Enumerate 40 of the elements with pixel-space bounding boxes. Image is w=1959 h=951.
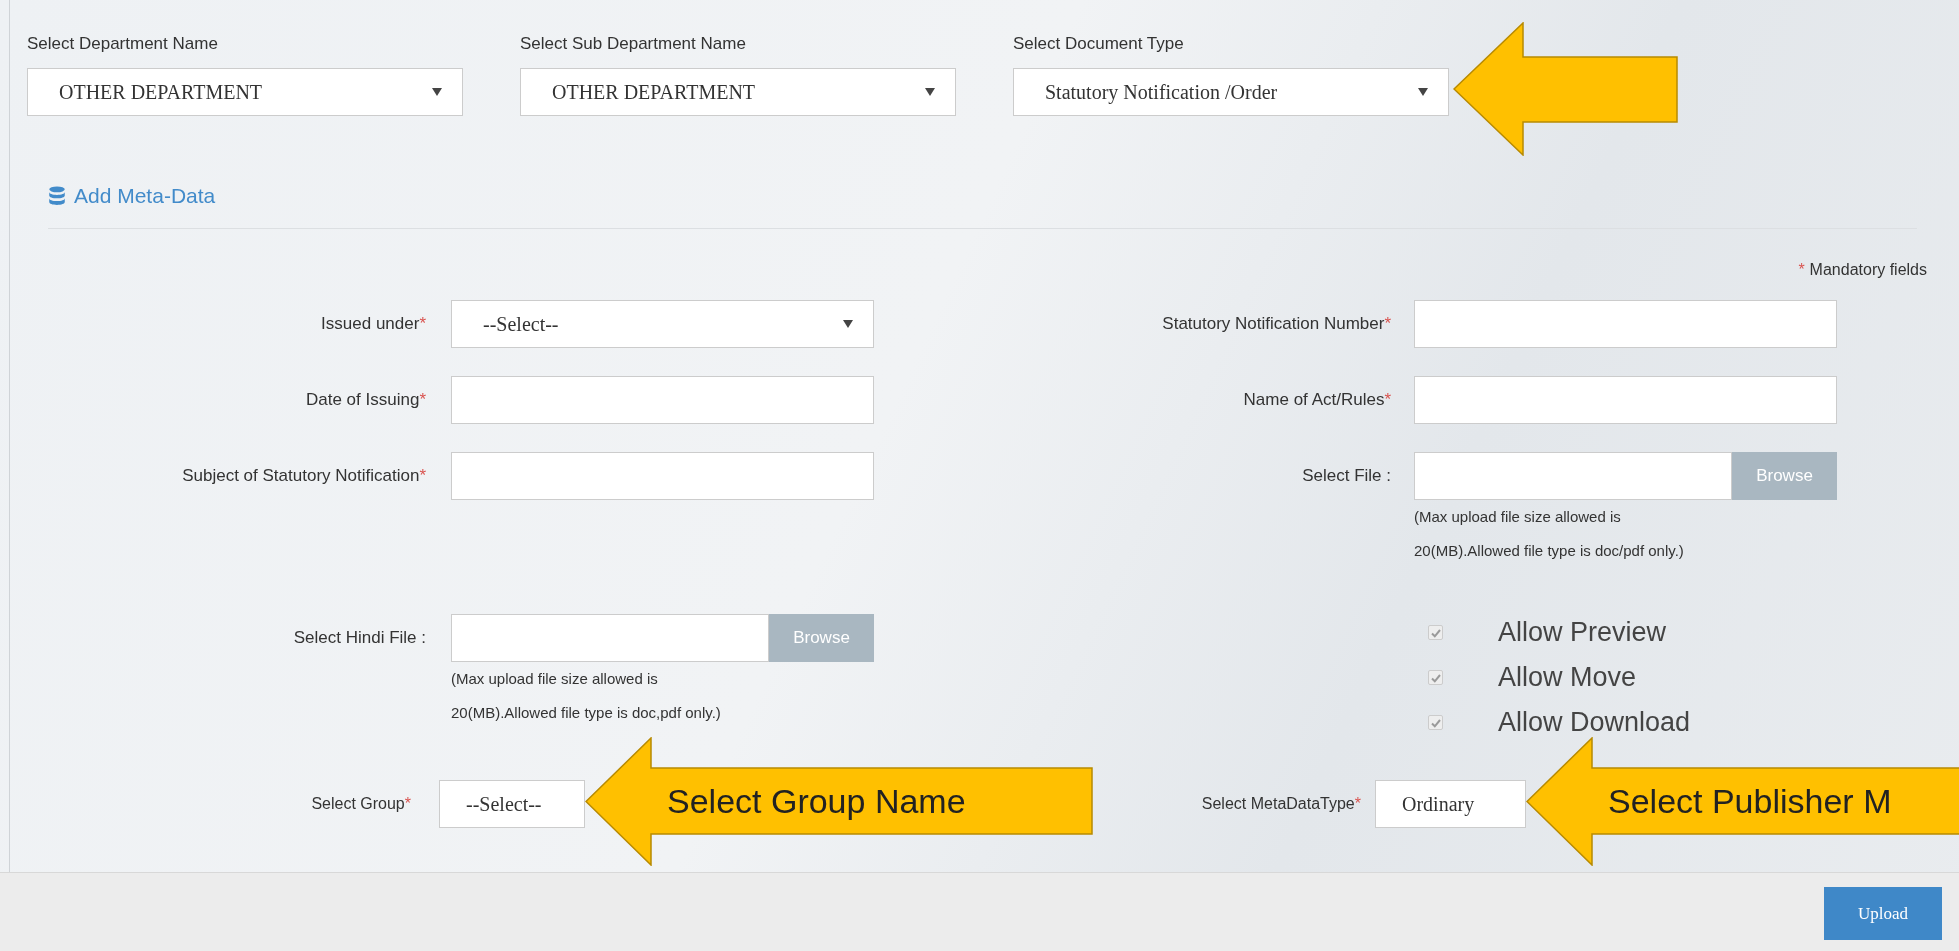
- mandatory-note: Mandatory fields: [1809, 261, 1927, 279]
- caret-icon: [432, 88, 442, 96]
- checkbox-label: Allow Preview: [1498, 617, 1667, 648]
- dropdown-field[interactable]: OTHER DEPARTMENT: [520, 68, 956, 116]
- field-label: Select Group*: [311, 794, 411, 814]
- field-label: Statutory Notification Number*: [1162, 313, 1391, 335]
- input-field[interactable]: [451, 376, 874, 424]
- input-field[interactable]: [1414, 376, 1837, 424]
- input-field[interactable]: [1414, 300, 1837, 348]
- field-label: Name of Act/Rules*: [1243, 389, 1391, 411]
- file-input-field[interactable]: [1414, 452, 1732, 500]
- dropdown-field[interactable]: Ordinary: [1375, 780, 1526, 828]
- upload-button[interactable]: Upload: [1824, 887, 1942, 940]
- field-label: Subject of Statutory Notification*: [182, 465, 426, 487]
- caret-icon: [1418, 88, 1428, 96]
- checkbox-label: Allow Download: [1498, 707, 1691, 738]
- checkbox-label: Allow Move: [1498, 662, 1637, 693]
- dropdown-field[interactable]: OTHER DEPARTMENT: [27, 68, 463, 116]
- field-label: Select MetaDataType*: [1201, 794, 1361, 814]
- field-label: Issued under*: [321, 313, 426, 335]
- upload-note: (Max upload file size allowed is 20(MB).Allowed file type is doc,pdf only.): [451, 669, 722, 723]
- database-icon: [48, 186, 66, 206]
- input-field[interactable]: [451, 452, 874, 500]
- dropdown-field[interactable]: --Select--: [451, 300, 874, 348]
- callout-text: Select Group Name: [667, 780, 966, 822]
- required-mark: *: [1798, 261, 1805, 279]
- field-label: Select Document Type: [1013, 34, 1185, 54]
- dropdown-field[interactable]: --Select--: [439, 780, 585, 828]
- field-label: Select Hindi File :: [293, 627, 426, 649]
- callout-text: Select Publisher M: [1608, 780, 1892, 822]
- field-label: Select File :: [1302, 465, 1391, 487]
- field-label: Date of Issuing*: [305, 389, 426, 411]
- caret-icon: [843, 320, 853, 328]
- caret-icon: [925, 88, 935, 96]
- file-input-field[interactable]: [451, 614, 769, 662]
- field-label: Select Department Name: [27, 34, 219, 54]
- section-title: Add Meta-Data: [74, 184, 216, 208]
- dropdown-field[interactable]: Statutory Notification /Order: [1013, 68, 1449, 116]
- upload-note: (Max upload file size allowed is 20(MB).Allowed file type is doc/pdf only.): [1414, 507, 1685, 561]
- field-label: Select Sub Department Name: [520, 34, 747, 54]
